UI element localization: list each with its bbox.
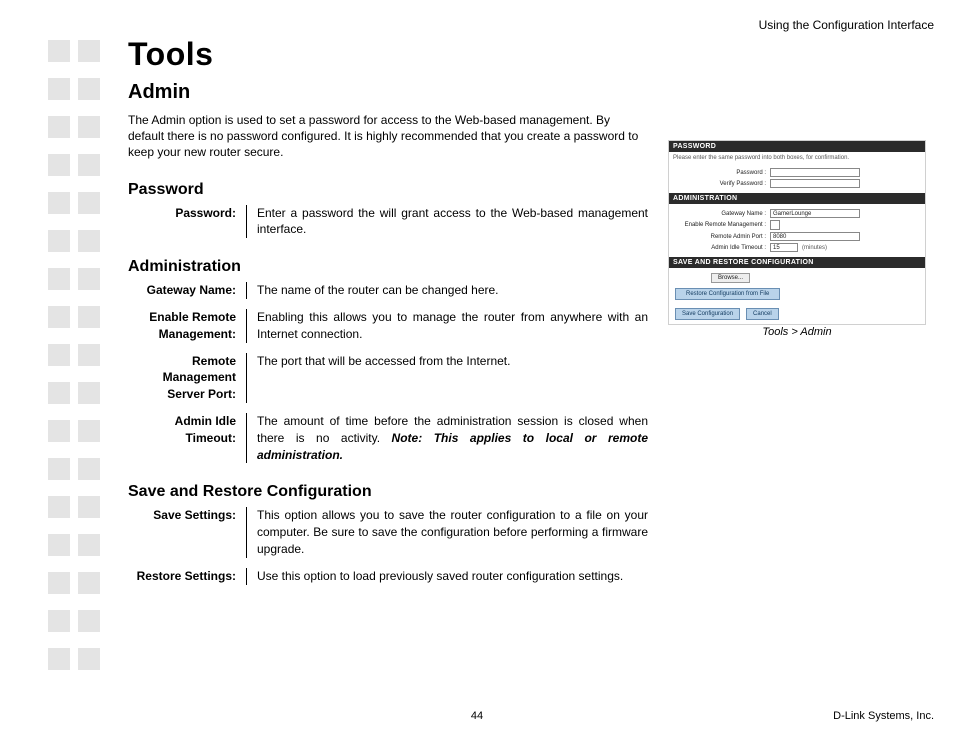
footer-brand: D-Link Systems, Inc. [833,710,934,722]
save-restore-list: Save Settings: This option allows you to… [128,507,648,584]
inset-port-label: Remote Admin Port : [675,234,770,240]
inset-pw2-input[interactable] [770,179,860,188]
desc-enable-remote: Enabling this allows you to manage the r… [257,309,648,343]
desc-restore-settings: Use this option to load previously saved… [257,568,648,585]
header-right: Using the Configuration Interface [759,18,934,32]
term-enable-remote: Enable Remote Management: [128,309,246,343]
inset-password-header: PASSWORD [669,141,925,152]
desc-idle-timeout: The amount of time before the administra… [257,413,648,463]
inset-pw-label: Password : [675,170,770,176]
inset-gw-label: Gateway Name : [675,211,770,217]
inset-erm-checkbox[interactable] [770,220,780,230]
inset-browse-button[interactable]: Browse... [711,273,750,283]
section-subtitle: Admin [128,81,908,104]
inset-gw-input[interactable]: GamerLounge [770,209,860,218]
row-idle-timeout: Admin Idle Timeout: The amount of time b… [128,413,648,463]
inset-cancel-button[interactable]: Cancel [746,308,779,320]
desc-save-settings: This option allows you to save the route… [257,507,648,557]
row-remote-port: Remote Management Server Port: The port … [128,353,648,403]
page-number: 44 [471,710,483,722]
term-remote-port: Remote Management Server Port: [128,353,246,403]
inset-port-input[interactable]: 8080 [770,232,860,241]
inset-idle-unit: (minutes) [798,245,827,251]
inset-save-header: SAVE AND RESTORE CONFIGURATION [669,257,925,268]
inset-erm-label: Enable Remote Management : [675,222,770,228]
desc-gateway-name: The name of the router can be changed he… [257,282,648,299]
row-enable-remote: Enable Remote Management: Enabling this … [128,309,648,343]
heading-save-restore: Save and Restore Configuration [128,483,908,501]
desc-password: Enter a password the will grant access t… [257,205,648,239]
term-password: Password: [128,205,246,222]
row-password: Password: Enter a password the will gran… [128,205,648,239]
inset-screenshot: PASSWORD Please enter the same password … [668,140,926,325]
password-list: Password: Enter a password the will gran… [128,205,648,239]
term-idle-timeout: Admin Idle Timeout: [128,413,246,447]
administration-list: Gateway Name: The name of the router can… [128,282,648,463]
inset-idle-input[interactable]: 15 [770,243,798,252]
inset-caption: Tools > Admin [668,326,926,338]
row-gateway-name: Gateway Name: The name of the router can… [128,282,648,299]
inset-pw2-label: Verify Password : [675,181,770,187]
inset-save-button[interactable]: Save Configuration [675,308,740,320]
page-title: Tools [128,36,908,73]
row-restore-settings: Restore Settings: Use this option to loa… [128,568,648,585]
intro-paragraph: The Admin option is used to set a passwo… [128,112,648,161]
term-restore-settings: Restore Settings: [128,568,246,585]
term-gateway-name: Gateway Name: [128,282,246,299]
inset-admin-header: ADMINISTRATION [669,193,925,204]
inset-password-hint: Please enter the same password into both… [669,152,925,167]
term-save-settings: Save Settings: [128,507,246,524]
row-save-settings: Save Settings: This option allows you to… [128,507,648,557]
decorative-sidebar [48,40,108,670]
inset-pw-input[interactable] [770,168,860,177]
desc-remote-port: The port that will be accessed from the … [257,353,648,370]
inset-restore-button[interactable]: Restore Configuration from File [675,288,780,300]
inset-idle-label: Admin Idle Timeout : [675,245,770,251]
